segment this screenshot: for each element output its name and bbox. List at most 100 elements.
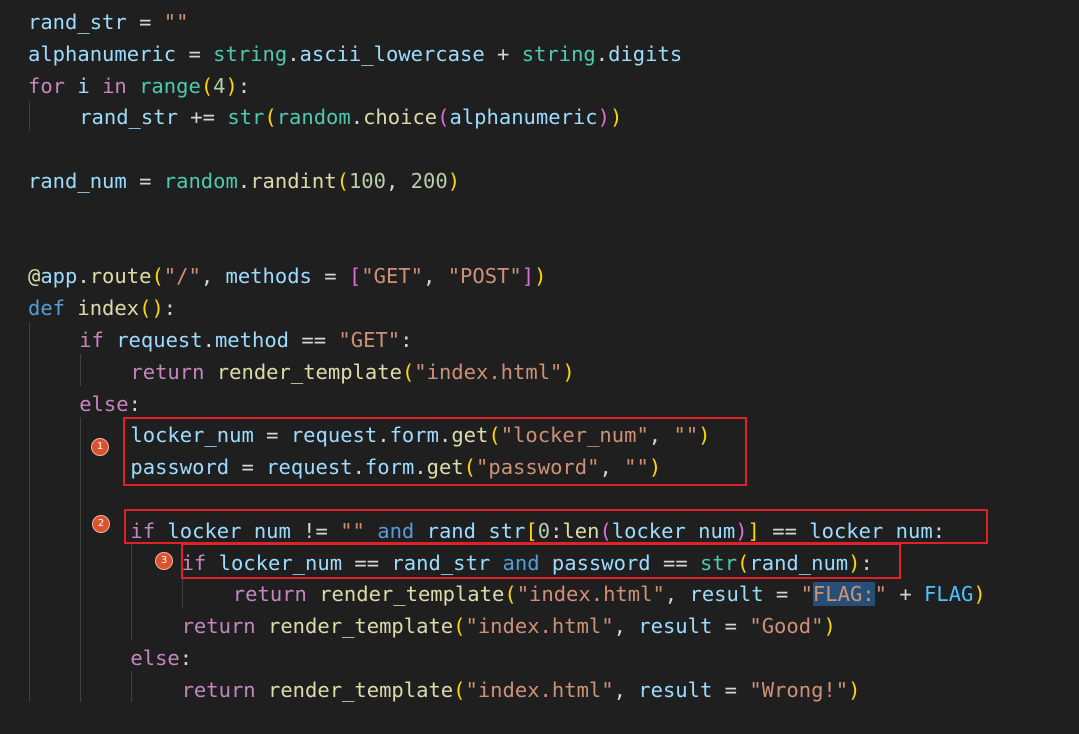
code-line[interactable]: return render_template("index.html", res… bbox=[233, 578, 986, 610]
code-token: : bbox=[400, 328, 413, 352]
code-token: "" bbox=[163, 10, 189, 34]
code-token: ) bbox=[609, 105, 623, 130]
code-token: , bbox=[385, 169, 411, 193]
code-token: rand_str bbox=[79, 105, 178, 130]
code-token: ( bbox=[200, 73, 214, 98]
highlighted-token: FLAG: bbox=[812, 582, 875, 607]
code-token: "index.html" bbox=[516, 582, 665, 607]
code-token: method bbox=[214, 328, 290, 352]
code-token: . bbox=[77, 264, 90, 289]
code-token: ) bbox=[823, 614, 836, 639]
code-token: , bbox=[423, 264, 448, 289]
code-token: ) bbox=[447, 169, 461, 193]
indent-guide bbox=[131, 671, 132, 702]
code-token: 4 bbox=[213, 73, 226, 98]
code-token: else bbox=[79, 391, 129, 416]
code-token: == bbox=[289, 328, 339, 352]
code-token: ( bbox=[453, 677, 466, 702]
indent-guide bbox=[80, 417, 81, 702]
code-token: "GET" bbox=[338, 328, 401, 352]
code-token: " bbox=[800, 582, 813, 607]
code-token: ) bbox=[151, 296, 164, 321]
code-line[interactable]: @app.route("/", methods = ["GET", "POST"… bbox=[28, 260, 546, 292]
code-line[interactable]: for i in range(4): bbox=[28, 70, 250, 102]
code-token: random bbox=[163, 169, 238, 193]
code-token: FLAG bbox=[924, 582, 974, 607]
code-line[interactable]: return render_template("index.html", res… bbox=[182, 610, 836, 642]
code-token: methods bbox=[225, 264, 312, 289]
code-token: += bbox=[177, 105, 228, 130]
code-editor[interactable]: rand_str = "" alphanumeric = string.ascii… bbox=[0, 0, 1079, 734]
code-token: ( bbox=[453, 614, 466, 639]
code-token: = bbox=[712, 614, 750, 639]
indent-guide bbox=[80, 354, 81, 386]
code-token: randint bbox=[250, 169, 337, 193]
code-token: = bbox=[712, 677, 750, 702]
code-token: str bbox=[227, 105, 265, 130]
code-token: ( bbox=[151, 264, 164, 289]
code-line[interactable]: else: bbox=[79, 388, 141, 420]
code-line[interactable]: return render_template("index.html") bbox=[130, 356, 574, 388]
code-token: [ bbox=[348, 264, 362, 289]
code-token: return bbox=[181, 677, 256, 702]
annotation-box-3 bbox=[181, 543, 901, 579]
code-line[interactable]: alphanumeric = string.ascii_lowercase + … bbox=[28, 38, 682, 70]
code-token: if bbox=[79, 328, 104, 352]
code-line[interactable]: return render_template("index.html", res… bbox=[182, 674, 861, 706]
code-line[interactable]: def index(): bbox=[28, 292, 176, 324]
code-token: ascii_lowercase bbox=[299, 41, 485, 66]
code-token: ] bbox=[521, 264, 535, 289]
code-token: random bbox=[276, 105, 351, 130]
code-token: "GET" bbox=[361, 264, 423, 289]
code-token: , bbox=[613, 614, 639, 639]
code-token: . bbox=[202, 328, 215, 352]
code-token: return bbox=[232, 582, 307, 607]
code-token: ( bbox=[504, 582, 517, 607]
code-token: " bbox=[874, 582, 887, 607]
code-token: + bbox=[886, 582, 925, 607]
code-line[interactable]: rand_str = "" bbox=[28, 6, 188, 38]
code-token: 100 bbox=[348, 169, 386, 193]
code-line[interactable]: else: bbox=[130, 642, 192, 674]
annotation-box-1 bbox=[123, 417, 747, 486]
code-token: return bbox=[130, 359, 205, 384]
code-token: i bbox=[77, 73, 90, 98]
code-token: render_template bbox=[268, 614, 454, 639]
code-token: in bbox=[102, 73, 127, 98]
annotation-box-2 bbox=[124, 509, 988, 544]
code-line[interactable]: rand_num = random.randint(100, 200) bbox=[28, 165, 460, 197]
code-token: index bbox=[77, 296, 140, 321]
code-token: result bbox=[689, 582, 764, 607]
code-token: app bbox=[40, 264, 78, 289]
code-token: result bbox=[638, 677, 713, 702]
code-token: alphanumeric bbox=[449, 105, 598, 130]
code-line[interactable]: if request.method == "GET": bbox=[79, 324, 412, 356]
code-token: ) bbox=[534, 264, 547, 289]
code-token: = bbox=[176, 41, 214, 66]
code-token: return bbox=[181, 614, 256, 639]
code-token: choice bbox=[363, 105, 438, 130]
code-token: "Good" bbox=[749, 614, 824, 639]
code-line[interactable]: rand_str += str(random.choice(alphanumer… bbox=[79, 101, 622, 133]
code-token: "Wrong!" bbox=[749, 677, 849, 702]
code-token: result bbox=[638, 614, 713, 639]
code-token: route bbox=[89, 264, 152, 289]
code-token: ( bbox=[139, 296, 152, 321]
code-token: @ bbox=[28, 264, 41, 289]
code-token: ) bbox=[597, 105, 610, 130]
code-token: else bbox=[130, 646, 180, 670]
code-token: range bbox=[139, 73, 201, 98]
code-token: def bbox=[28, 296, 66, 321]
code-token: , bbox=[664, 582, 690, 607]
annotation-badge-1: 1 bbox=[91, 438, 109, 456]
code-token: for bbox=[28, 73, 66, 98]
code-token: request bbox=[116, 328, 203, 352]
code-token: . bbox=[350, 105, 364, 130]
code-token: ( bbox=[336, 169, 349, 193]
code-token: . bbox=[595, 41, 609, 66]
